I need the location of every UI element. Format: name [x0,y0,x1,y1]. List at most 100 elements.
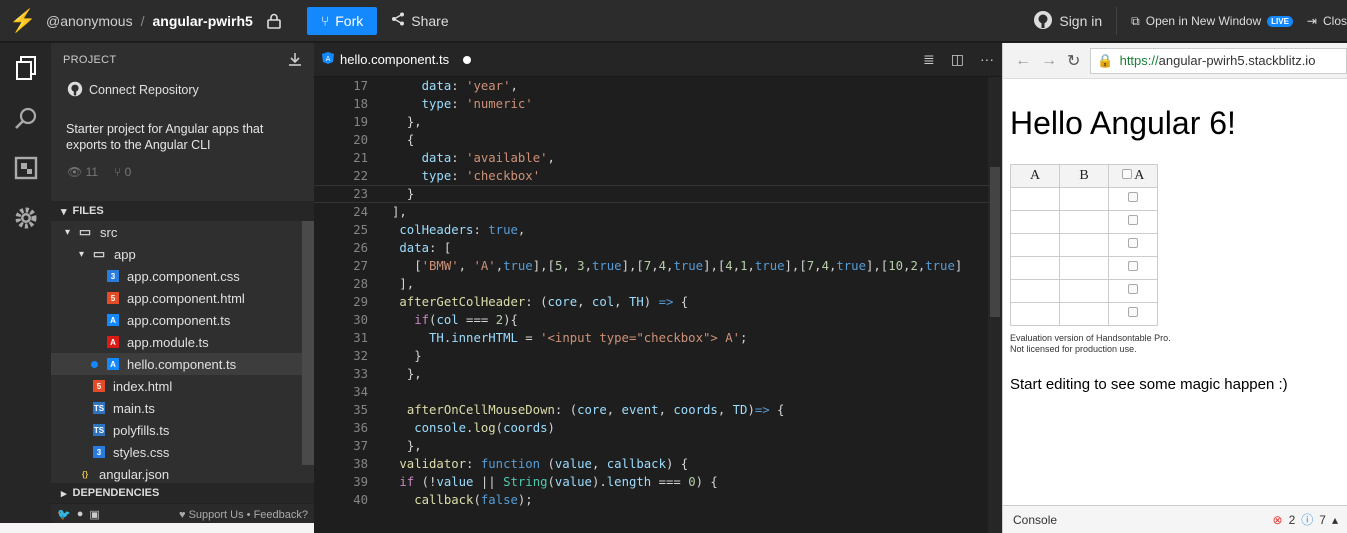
table-cell[interactable] [1010,256,1060,280]
sign-in-button[interactable]: Sign in [1033,7,1118,35]
code-line[interactable]: }, [392,439,422,453]
table-cell[interactable] [1010,302,1060,326]
unsaved-dot-icon[interactable] [463,55,472,64]
dependencies-section-header[interactable]: ▸ DEPENDENCIES [51,483,314,503]
table-cell[interactable] [1010,210,1060,234]
code-line[interactable]: ['BMW', 'A',true],[5, 3,true],[7,4,true]… [392,259,962,273]
table-cell[interactable] [1010,279,1060,303]
table-cell[interactable] [1059,210,1109,234]
code-line[interactable]: TH.innerHTML = '<input type="checkbox"> … [392,331,747,345]
search-icon[interactable] [0,93,51,143]
file-tree-scrollbar[interactable] [302,221,314,465]
breadcrumb-user[interactable]: @anonymous [46,13,133,29]
file-tree-item[interactable]: Ahello.component.ts [51,353,314,375]
url-field[interactable]: 🔒 https://angular-pwirh5.stackblitz.io [1090,47,1347,74]
code-line[interactable]: colHeaders: true, [392,223,525,237]
expand-console-icon[interactable]: ▴ [1332,513,1338,527]
file-tree-item[interactable]: ▾ ▭ src [51,221,314,243]
row-checkbox[interactable] [1128,261,1138,271]
support-link[interactable]: Support Us [189,509,244,521]
file-tree-item[interactable]: {} angular.json [51,463,314,483]
file-tree-item[interactable]: Aapp.module.ts [51,331,314,353]
code-line[interactable]: data: 'year', [392,79,518,93]
code-line[interactable]: if (!value || String(value).length === 0… [392,475,717,489]
format-icon[interactable]: ≣ [923,51,935,68]
download-icon[interactable] [288,52,302,69]
code-line[interactable]: } [392,187,414,201]
row-checkbox[interactable] [1128,215,1138,225]
close-preview-button[interactable]: ⇥ Clos [1307,14,1347,28]
checkbox-cell[interactable] [1108,187,1158,211]
caret-down-icon[interactable]: ▾ [79,249,84,260]
editor-scroll-thumb[interactable] [990,167,1000,317]
row-checkbox[interactable] [1128,192,1138,202]
code-line[interactable]: ], [392,205,407,219]
table-cell[interactable] [1059,302,1109,326]
file-tree-item[interactable]: 5 app.component.html [51,287,314,309]
header-checkbox[interactable] [1121,169,1132,179]
code-line[interactable]: console.log(coords) [392,421,555,435]
discord-icon[interactable]: ▣ [89,508,99,521]
open-new-window-button[interactable]: ⧉ Open in New Window LIVE [1131,14,1293,29]
checkbox-cell[interactable] [1108,302,1158,326]
more-options-icon[interactable]: ··· [980,51,994,68]
split-view-icon[interactable]: ◫ [951,51,964,68]
table-cell[interactable] [1059,187,1109,211]
column-header-checkbox[interactable]: A [1108,164,1158,188]
table-cell[interactable] [1059,256,1109,280]
row-checkbox[interactable] [1128,238,1138,248]
file-tree-item[interactable]: 3 app.component.css [51,265,314,287]
breadcrumb-project[interactable]: angular-pwirh5 [152,13,252,29]
console-bar[interactable]: Console ⊗ 2 ⓘ 7 ▴ [1003,505,1347,533]
extensions-icon[interactable] [0,143,51,193]
column-header-b[interactable]: B [1059,164,1109,188]
row-checkbox[interactable] [1128,284,1138,294]
code-area[interactable]: 17 data: 'year', 18 type: 'numeric' 19 }, 2… [314,77,1002,533]
code-line[interactable]: data: [ [392,241,451,255]
editor-tab[interactable]: A hello.component.ts [322,52,472,67]
share-button[interactable]: Share [391,12,449,29]
code-line[interactable]: type: 'checkbox' [392,169,540,183]
code-line[interactable]: afterGetColHeader: (core, col, TH) => { [392,295,688,309]
caret-down-icon[interactable]: ▾ [65,227,70,238]
reload-icon[interactable]: ↻ [1067,51,1080,71]
checkbox-cell[interactable] [1108,256,1158,280]
table-cell[interactable] [1010,233,1060,257]
code-line[interactable]: { [392,133,414,147]
code-line[interactable]: }, [392,367,422,381]
code-line[interactable]: } [392,349,421,363]
stackblitz-logo-icon[interactable]: ⚡ [0,8,46,34]
github-small-icon[interactable]: ● [77,508,84,521]
checkbox-cell[interactable] [1108,279,1158,303]
code-line[interactable]: afterOnCellMouseDown: (core, event, coor… [392,403,785,417]
file-tree-item[interactable]: 5 index.html [51,375,314,397]
column-header-a[interactable]: A [1010,164,1060,188]
back-arrow-icon[interactable]: ← [1015,52,1031,70]
code-line[interactable]: callback(false); [392,493,532,507]
table-cell[interactable] [1059,233,1109,257]
file-tree-item[interactable]: TS polyfills.ts [51,419,314,441]
lock-icon[interactable] [263,11,285,31]
code-line[interactable]: type: 'numeric' [392,97,533,111]
code-line[interactable]: if(col === 2){ [392,313,518,327]
editor-scrollbar[interactable] [988,77,1002,533]
feedback-link[interactable]: Feedback? [254,509,308,521]
code-line[interactable]: ], [392,277,414,291]
checkbox-cell[interactable] [1108,233,1158,257]
files-section-header[interactable]: ▾ FILES [51,201,314,221]
handsontable-grid[interactable]: A B A [1010,164,1158,326]
table-cell[interactable] [1010,187,1060,211]
file-tree-item[interactable]: TS main.ts [51,397,314,419]
connect-repository-button[interactable]: Connect Repository [51,77,314,103]
checkbox-cell[interactable] [1108,210,1158,234]
fork-button[interactable]: ⑂ Fork [306,6,378,35]
code-line[interactable]: }, [392,115,422,129]
settings-gear-icon[interactable] [0,193,51,243]
file-tree-item[interactable]: ▾ ▭ app [51,243,314,265]
file-tree-item[interactable]: 3 styles.css [51,441,314,463]
forward-arrow-icon[interactable]: → [1041,52,1057,70]
row-checkbox[interactable] [1128,307,1138,317]
table-cell[interactable] [1059,279,1109,303]
file-tree-item[interactable]: Aapp.component.ts [51,309,314,331]
code-line[interactable]: validator: function (value, callback) { [392,457,688,471]
